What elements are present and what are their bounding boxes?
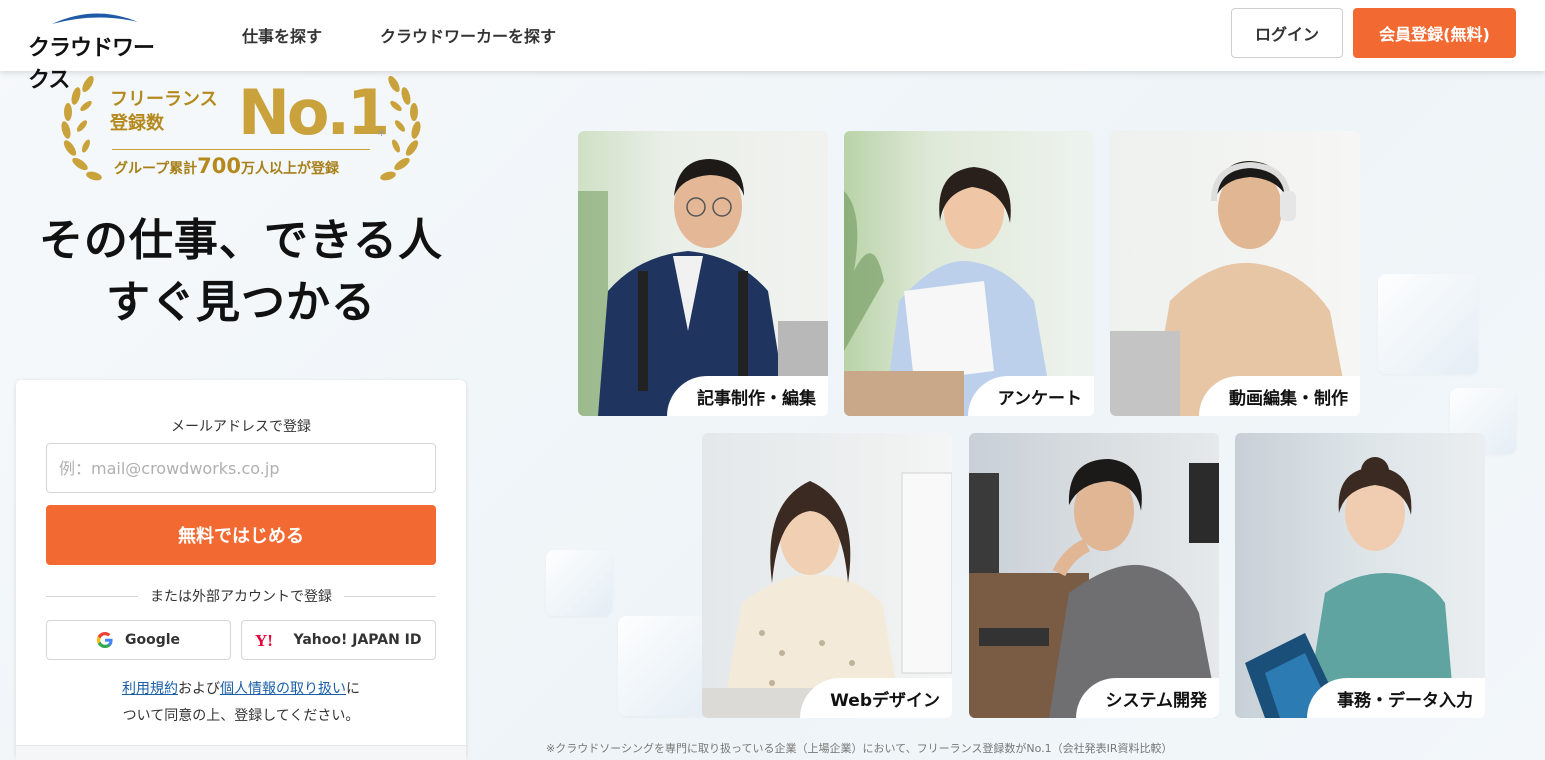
footnote: ※クラウドソーシングを専門に取り扱っている企業（上場企業）において、フリーランス… xyxy=(546,742,1173,755)
card-footer-strip xyxy=(16,745,466,760)
google-label: Google xyxy=(124,632,181,648)
terms-notice: 利用規約および個人情報の取り扱いに ついて同意の上、登録してください。 xyxy=(16,676,466,730)
terms-of-use-link[interactable]: 利用規約 xyxy=(122,681,178,697)
category-tile-survey[interactable]: アンケート xyxy=(844,131,1094,416)
google-icon xyxy=(96,632,113,648)
svg-text:Y!: Y! xyxy=(255,632,273,648)
yahoo-label: Yahoo! JAPAN ID xyxy=(293,632,422,648)
person-photo-icon xyxy=(1245,457,1455,718)
divider-rule-left xyxy=(46,595,138,597)
google-signup-button[interactable]: Google xyxy=(46,620,231,660)
login-button[interactable]: ログイン xyxy=(1231,8,1343,58)
terms-line1: 利用規約および個人情報の取り扱いに xyxy=(16,676,466,703)
award-label: フリーランス 登録数 xyxy=(110,88,218,136)
category-tile-article[interactable]: 記事制作・編集 xyxy=(578,131,828,416)
site-header: クラウドワークス 仕事を探す クラウドワーカーを探す ログイン 会員登録(無料) xyxy=(0,0,1545,93)
award-asterisk: * xyxy=(378,128,385,144)
start-free-button[interactable]: 無料ではじめる xyxy=(46,505,436,565)
category-tile-webdesign[interactable]: Webデザイン xyxy=(702,433,952,718)
terms-and-text: および xyxy=(178,681,220,697)
category-label: Webデザイン xyxy=(800,678,952,718)
category-tile-video[interactable]: 動画編集・制作 xyxy=(1110,131,1360,416)
register-card-title: メールアドレスで登録 xyxy=(171,419,311,435)
category-label: 事務・データ入力 xyxy=(1307,678,1485,718)
crowdworks-logo[interactable]: クラウドワークス xyxy=(28,10,164,93)
hero-headline: その仕事、できる人 すぐ見つかる xyxy=(0,210,482,334)
register-button[interactable]: 会員登録(無料) xyxy=(1353,8,1516,58)
category-tile-office[interactable]: 事務・データ入力 xyxy=(1235,433,1485,718)
award-sub-number: 700 xyxy=(197,154,242,178)
person-photo-icon xyxy=(578,159,828,416)
decorative-square xyxy=(546,550,612,616)
headline-line1: その仕事、できる人 xyxy=(38,215,444,266)
logo-text: クラウドワークス xyxy=(28,36,155,93)
category-tile-system[interactable]: システム開発 xyxy=(969,433,1219,718)
person-photo-icon xyxy=(844,167,1054,416)
or-divider: または外部アカウントで登録 xyxy=(46,586,436,606)
award-sub-suffix: 万人以上が登録 xyxy=(241,161,340,177)
terms-tail1: に xyxy=(346,681,360,697)
category-label: 記事制作・編集 xyxy=(667,376,828,416)
award-subtext: グループ累計700万人以上が登録 xyxy=(114,154,339,178)
logo-arc-icon xyxy=(52,13,138,24)
email-field[interactable] xyxy=(46,443,436,493)
terms-line2: ついて同意の上、登録してください。 xyxy=(122,708,360,724)
person-photo-icon xyxy=(969,459,1219,718)
person-photo-icon xyxy=(702,472,952,718)
person-photo-icon xyxy=(1110,161,1350,416)
yahoo-signup-button[interactable]: Y! Yahoo! JAPAN ID xyxy=(241,620,436,660)
nav-find-workers[interactable]: クラウドワーカーを探す xyxy=(380,23,556,47)
award-divider xyxy=(112,149,370,150)
privacy-link[interactable]: 個人情報の取り扱い xyxy=(220,681,346,697)
headline-line2: すぐ見つかる xyxy=(106,277,376,328)
category-label: アンケート xyxy=(967,376,1094,416)
decorative-square xyxy=(1378,274,1478,374)
yahoo-icon: Y! xyxy=(255,632,273,648)
award-no1: No.1 xyxy=(238,76,390,149)
or-divider-text: または外部アカウントで登録 xyxy=(150,589,332,605)
award-sub-prefix: グループ累計 xyxy=(114,161,198,177)
category-label: システム開発 xyxy=(1075,678,1219,718)
category-label: 動画編集・制作 xyxy=(1199,376,1360,416)
divider-rule-right xyxy=(344,595,436,597)
register-card: メールアドレスで登録 無料ではじめる または外部アカウントで登録 Google … xyxy=(16,380,466,760)
award-line2: 登録数 xyxy=(110,113,164,134)
nav-find-jobs[interactable]: 仕事を探す xyxy=(242,23,322,47)
